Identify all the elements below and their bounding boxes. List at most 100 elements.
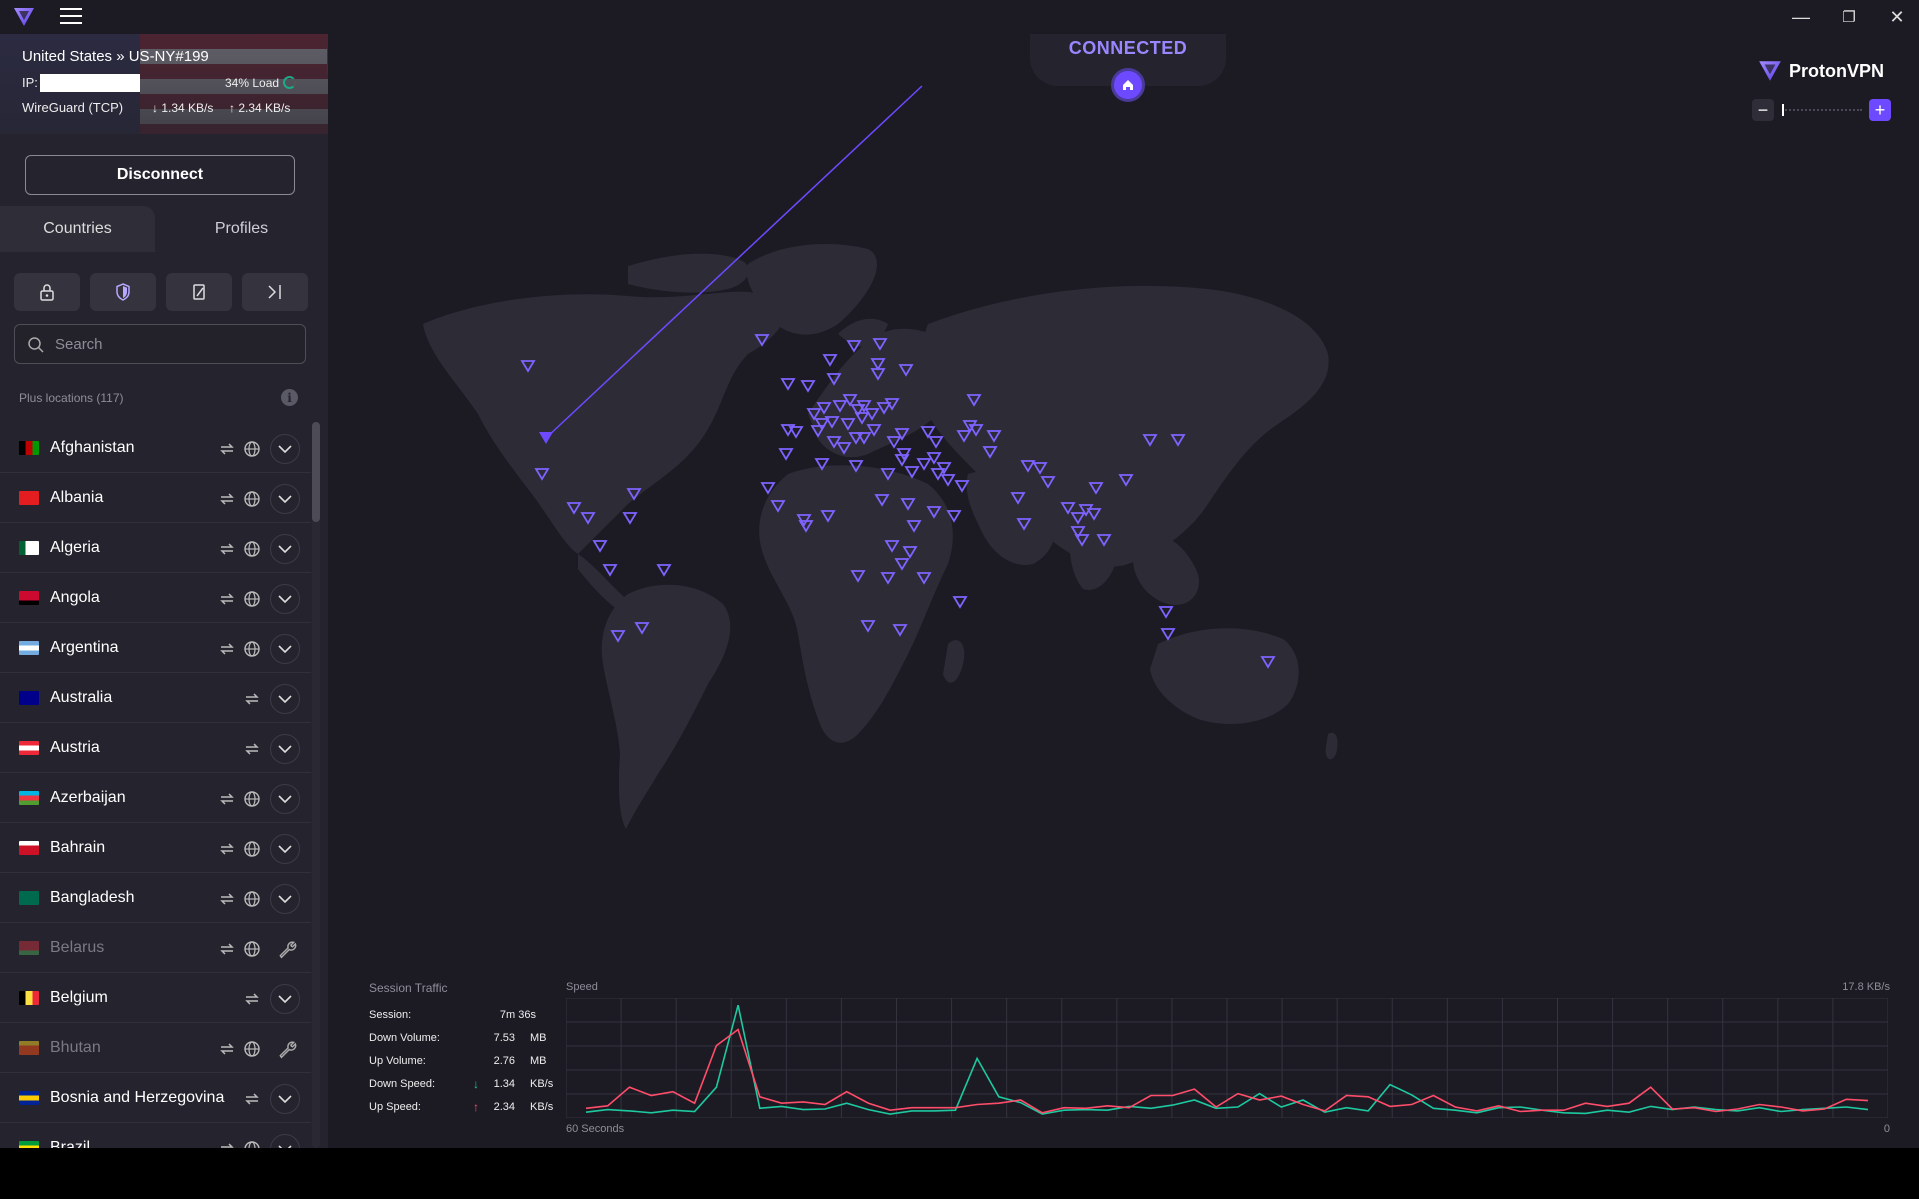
flag-icon (19, 1041, 39, 1055)
country-name: Brazil (50, 1139, 91, 1148)
scrollbar-thumb[interactable] (312, 422, 320, 522)
home-icon (1123, 80, 1133, 90)
shield-icon (116, 283, 130, 301)
tor-globe-icon (244, 641, 260, 657)
expand-chevron-button[interactable] (270, 784, 300, 814)
tab-profiles[interactable]: Profiles (155, 206, 328, 252)
taskbar-area (0, 1148, 1919, 1199)
up-volume-unit: MB (530, 1055, 547, 1067)
up-speed-unit: KB/s (530, 1101, 554, 1113)
expand-chevron-button[interactable] (270, 1134, 300, 1148)
chevron-down-icon (278, 644, 292, 653)
server-marker[interactable] (602, 564, 618, 577)
country-row[interactable]: Azerbaijan (0, 774, 311, 823)
country-row[interactable]: Belarus (0, 924, 311, 973)
close-button[interactable]: ✕ (1873, 0, 1919, 34)
speed-chart (566, 998, 1888, 1118)
server-marker[interactable] (1160, 628, 1176, 641)
flag-icon (19, 1141, 39, 1148)
minimize-button[interactable]: — (1777, 0, 1825, 34)
zoom-thumb[interactable] (1782, 104, 1784, 116)
server-marker[interactable] (788, 426, 804, 439)
country-row[interactable]: Brazil (0, 1124, 311, 1148)
down-speed-value: 1.34 (493, 1078, 515, 1090)
server-marker[interactable] (936, 462, 952, 475)
search-input[interactable] (55, 325, 300, 363)
info-icon[interactable]: i (281, 389, 298, 406)
upload-rate: ↑ 2.34 KB/s (229, 101, 291, 115)
zoom-in-button[interactable]: + (1869, 99, 1891, 121)
expand-chevron-button[interactable] (270, 684, 300, 714)
server-marker[interactable] (592, 540, 608, 553)
server-marker[interactable] (920, 426, 936, 439)
expand-chevron-button[interactable] (270, 434, 300, 464)
country-row[interactable]: Angola (0, 574, 311, 623)
country-row[interactable]: Austria (0, 724, 311, 773)
chevron-down-icon (278, 594, 292, 603)
notes-filter-button[interactable] (166, 273, 232, 311)
server-marker[interactable] (928, 436, 944, 449)
server-marker[interactable] (778, 448, 794, 461)
netshield-filter-button[interactable] (90, 273, 156, 311)
tor-globe-icon (244, 891, 260, 907)
country-row[interactable]: Bahrain (0, 824, 311, 873)
p2p-icon (220, 443, 234, 455)
server-marker[interactable] (952, 596, 968, 609)
country-name: Bahrain (50, 839, 106, 856)
zoom-out-button[interactable]: − (1752, 99, 1774, 121)
flag-icon (19, 841, 39, 855)
server-marker[interactable] (622, 512, 638, 525)
server-marker[interactable] (904, 466, 920, 479)
country-list: Afghanistan Albania Algeria Angola Argentina… (0, 424, 311, 1148)
server-marker[interactable] (1158, 606, 1174, 619)
server-marker[interactable] (926, 452, 942, 465)
country-row[interactable]: Afghanistan (0, 424, 311, 473)
flag-icon (19, 941, 39, 955)
server-marker[interactable] (656, 564, 672, 577)
flag-icon (19, 791, 39, 805)
tab-countries[interactable]: Countries (0, 206, 155, 252)
scrollbar-track[interactable] (312, 422, 320, 1148)
tor-globe-icon (244, 1041, 260, 1057)
maximize-button[interactable]: ❐ (1825, 0, 1873, 34)
p2p-icon (245, 993, 259, 1005)
country-row[interactable]: Bangladesh (0, 874, 311, 923)
expand-chevron-button[interactable] (270, 634, 300, 664)
server-marker[interactable] (780, 378, 796, 391)
home-location-button[interactable] (1111, 68, 1145, 102)
secure-core-filter-button[interactable] (14, 273, 80, 311)
expand-chevron-button[interactable] (270, 534, 300, 564)
server-marker[interactable] (954, 480, 970, 493)
country-row[interactable]: Argentina (0, 624, 311, 673)
down-volume-unit: MB (530, 1032, 547, 1044)
p2p-icon (220, 593, 234, 605)
expand-chevron-button[interactable] (270, 984, 300, 1014)
country-name: Bosnia and Herzegovina (50, 1089, 225, 1106)
split-tunnel-filter-button[interactable] (242, 273, 308, 311)
country-row[interactable]: Australia (0, 674, 311, 723)
expand-chevron-button[interactable] (270, 584, 300, 614)
server-marker[interactable] (822, 354, 838, 367)
expand-chevron-button[interactable] (270, 734, 300, 764)
country-row[interactable]: Bhutan (0, 1024, 311, 1073)
server-marker[interactable] (800, 380, 816, 393)
search-icon (28, 337, 44, 353)
expand-chevron-button[interactable] (270, 834, 300, 864)
server-marker[interactable] (916, 458, 932, 471)
tor-globe-icon (244, 1141, 260, 1148)
expand-chevron-button[interactable] (270, 1084, 300, 1114)
country-row[interactable]: Algeria (0, 524, 311, 573)
down-speed-label: Down Speed: (369, 1078, 436, 1090)
expand-chevron-button[interactable] (270, 484, 300, 514)
expand-chevron-button[interactable] (270, 884, 300, 914)
tor-globe-icon (244, 841, 260, 857)
disconnect-button[interactable]: Disconnect (25, 155, 295, 195)
server-marker[interactable] (940, 474, 956, 487)
p2p-icon (220, 643, 234, 655)
server-marker[interactable] (896, 448, 912, 461)
country-row[interactable]: Albania (0, 474, 311, 523)
menu-icon[interactable] (60, 8, 82, 26)
country-row[interactable]: Bosnia and Herzegovina (0, 1074, 311, 1123)
country-row[interactable]: Belgium (0, 974, 311, 1023)
zoom-track[interactable] (1782, 109, 1862, 111)
